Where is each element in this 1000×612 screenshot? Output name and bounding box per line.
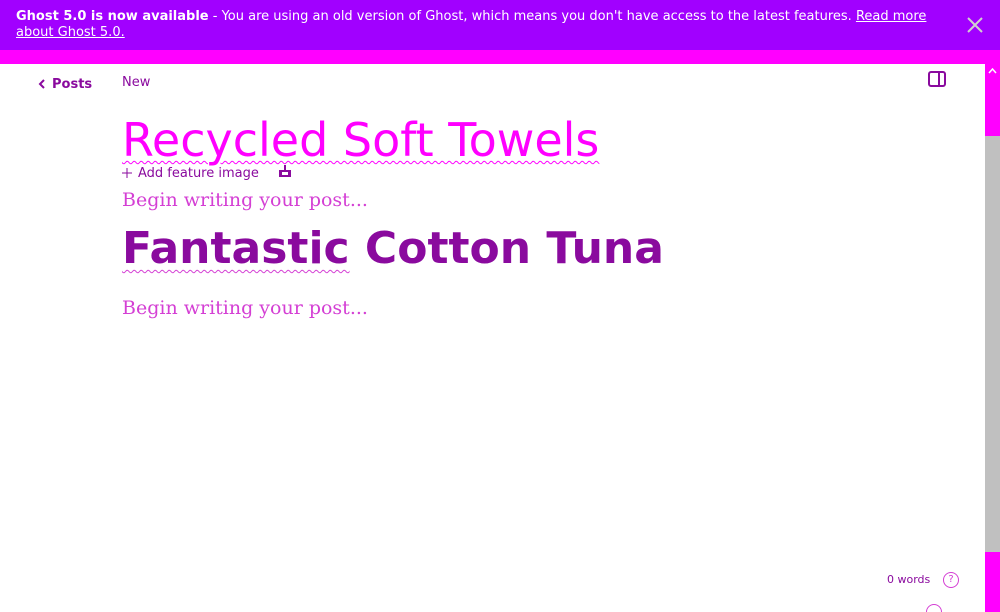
word-count: 0 words (887, 573, 931, 586)
back-to-posts-link[interactable]: Posts (38, 75, 92, 93)
scrollbar-track[interactable] (985, 64, 1000, 612)
upload-icon[interactable] (278, 164, 292, 178)
post-title[interactable]: Recycled Soft Towels (122, 112, 599, 168)
post-status: New (122, 75, 151, 90)
scrollbar-top-segment[interactable] (985, 64, 1000, 136)
post-heading[interactable]: Fantastic Cotton Tuna (122, 222, 664, 276)
scroll-up-icon[interactable] (988, 68, 997, 74)
banner-message: Ghost 5.0 is now available - You are usi… (16, 9, 946, 41)
banner-strip (0, 50, 1000, 64)
chevron-left-icon (38, 79, 45, 89)
back-label: Posts (52, 76, 93, 92)
close-icon[interactable] (964, 14, 986, 36)
paragraph-placeholder-2[interactable]: Begin writing your post... (122, 297, 368, 319)
paragraph-placeholder-1[interactable]: Begin writing your post... (122, 189, 368, 211)
secondary-help-icon[interactable] (926, 604, 942, 612)
banner-body-text: - You are using an old version of Ghost,… (208, 9, 856, 24)
help-icon[interactable]: ? (943, 572, 959, 588)
sidebar-toggle-icon[interactable] (928, 71, 946, 87)
heading-word-misspelled: Fantastic (122, 223, 350, 274)
plus-icon (122, 168, 132, 178)
add-feature-image-button[interactable]: Add feature image (122, 164, 259, 182)
banner-bold-text: Ghost 5.0 is now available (16, 9, 209, 24)
heading-rest: Cotton Tuna (349, 223, 664, 274)
scrollbar-bottom-segment[interactable] (985, 552, 1000, 612)
add-feature-image-label: Add feature image (138, 165, 259, 181)
